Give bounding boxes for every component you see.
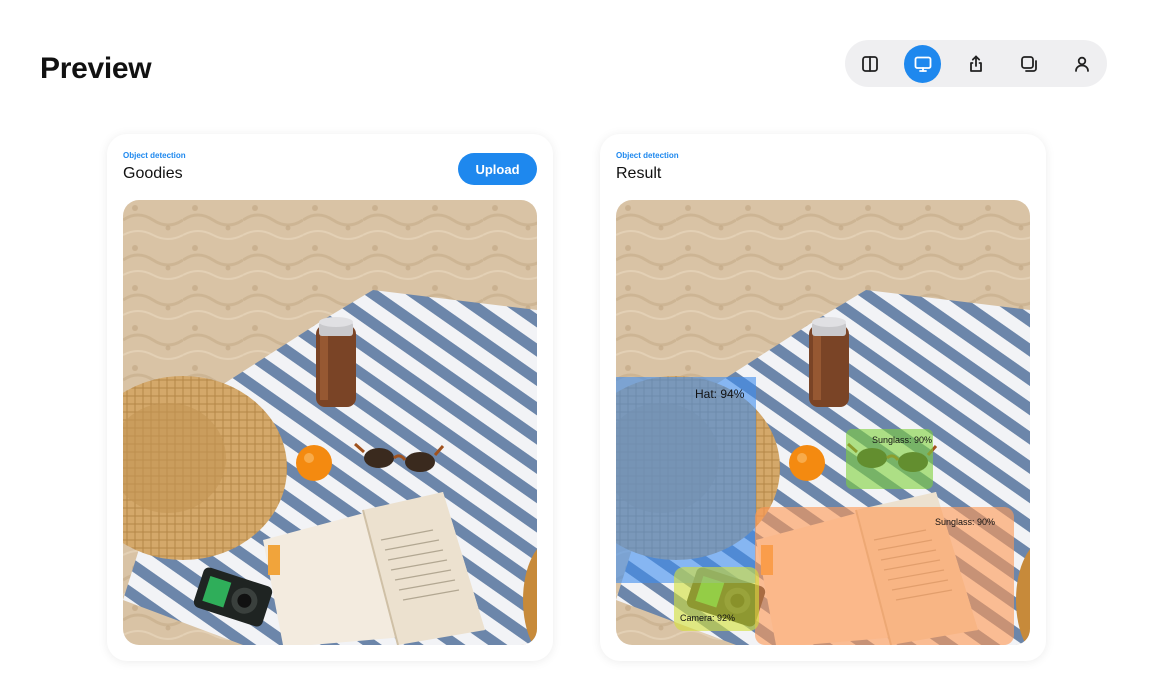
- share-button[interactable]: [957, 45, 994, 83]
- detection-label: Camera: 92%: [680, 613, 736, 623]
- page-title: Preview: [40, 52, 152, 85]
- detection-box-hat[interactable]: Hat: 94%: [616, 377, 756, 583]
- card-overline: Object detection: [616, 151, 679, 160]
- result-photo: Hat: 94% Sunglass: 90% Sunglass: 90% Cam…: [616, 200, 1030, 645]
- card-title: Result: [616, 165, 662, 182]
- card-overline: Object detection: [123, 151, 186, 160]
- desktop-preview-button[interactable]: [904, 44, 942, 83]
- card-title: Goodies: [123, 165, 183, 182]
- detection-label: Sunglass: 90%: [935, 517, 996, 527]
- preview-toolbar: [845, 40, 1107, 87]
- result-card: Object detection Result Hat: 94% Sunglas…: [600, 134, 1046, 661]
- upload-button[interactable]: Upload: [458, 153, 537, 185]
- split-view-icon: [861, 55, 878, 72]
- detection-label: Hat: 94%: [695, 387, 745, 401]
- split-view-button[interactable]: [851, 45, 888, 83]
- monitor-icon: [914, 56, 932, 72]
- input-card: Object detection Goodies Upload: [107, 134, 553, 661]
- detection-box-camera[interactable]: Camera: 92%: [674, 567, 759, 631]
- detection-label: Sunglass: 90%: [872, 435, 933, 445]
- detection-box-sunglasses[interactable]: Sunglass: 90%: [846, 429, 933, 489]
- user-icon: [1075, 56, 1090, 72]
- beach-photo: [123, 200, 537, 645]
- input-photo: [123, 200, 537, 645]
- duplicate-icon: [1021, 55, 1038, 72]
- detection-box-book[interactable]: Sunglass: 90%: [755, 507, 1014, 645]
- share-icon: [970, 55, 982, 72]
- duplicate-button[interactable]: [1011, 45, 1048, 83]
- profile-button[interactable]: [1064, 45, 1101, 83]
